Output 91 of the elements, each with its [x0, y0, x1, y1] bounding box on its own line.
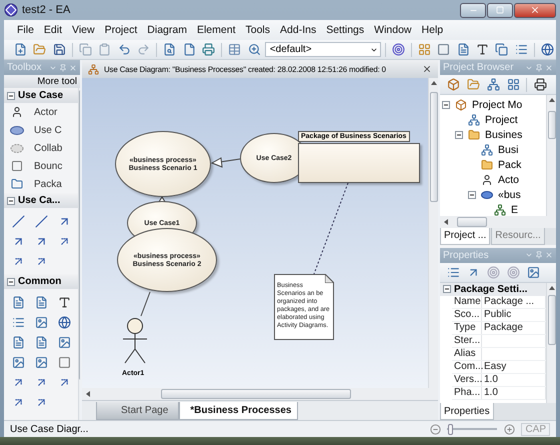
scrollbar[interactable]	[546, 95, 556, 216]
maximize-button[interactable]	[487, 2, 513, 18]
menu-item[interactable]: Add-Ins	[275, 24, 322, 36]
pin-icon	[535, 251, 543, 259]
diagram-tab[interactable]: *Business Processes	[179, 402, 298, 420]
pin-icon	[59, 64, 67, 72]
property-name: Vers...	[452, 374, 482, 386]
pin-icon	[535, 64, 543, 72]
scrollbar[interactable]	[440, 216, 556, 228]
diagram-tab[interactable]: Start Page	[96, 402, 180, 420]
note-fold-icon	[325, 274, 334, 283]
collapse-icon[interactable]	[468, 190, 476, 198]
window-title: test2 - EA	[22, 4, 70, 16]
scrollbar-thumb[interactable]	[457, 216, 487, 226]
tree-item[interactable]: Project	[440, 112, 546, 127]
toolbox-item[interactable]: Bounc	[4, 157, 78, 175]
tree-item[interactable]: Busi	[440, 142, 546, 157]
scroll-up-icon[interactable]	[548, 97, 554, 103]
panel-tab[interactable]: Project ...	[440, 228, 490, 244]
panel-tab[interactable]: Resourc...	[491, 228, 545, 244]
property-name: Sco...	[452, 308, 482, 320]
target-icon[interactable]	[390, 40, 407, 58]
menu-item[interactable]: Settings	[321, 24, 370, 36]
scroll-up-icon[interactable]	[430, 80, 436, 86]
tree-item[interactable]: Pack	[440, 157, 546, 172]
menu-item[interactable]: View	[67, 24, 100, 36]
collapse-icon[interactable]	[455, 130, 463, 138]
section-header[interactable]: Common	[4, 274, 78, 289]
scrollbar-thumb[interactable]	[430, 92, 438, 202]
menu-item[interactable]: Diagram	[142, 24, 192, 36]
section-header[interactable]: Use Case	[4, 88, 78, 103]
minimize-button[interactable]	[460, 2, 486, 18]
style-dropdown[interactable]: <default>	[264, 42, 381, 57]
panel-header: Toolbox	[4, 60, 80, 75]
tree-item[interactable]: Project Mo	[440, 97, 546, 112]
panel-tab[interactable]: Properties	[440, 403, 494, 420]
property-name: Pha...	[452, 386, 482, 398]
scrollbar[interactable]	[82, 388, 438, 400]
close-icon[interactable]	[530, 5, 540, 15]
panel-header: Project Browser	[440, 60, 556, 75]
slider-thumb[interactable]	[448, 424, 453, 434]
scroll-left-icon[interactable]	[85, 391, 91, 397]
collapse-icon[interactable]	[443, 285, 451, 293]
menu-item[interactable]: Tools	[240, 24, 276, 36]
menu-item[interactable]: Project	[100, 24, 142, 36]
toolbox-item[interactable]: Use C	[4, 121, 78, 139]
property-name: Com...	[452, 360, 482, 372]
property-name: Name	[452, 296, 482, 308]
scroll-left-icon[interactable]	[443, 218, 449, 224]
property-name: Ster...	[452, 334, 482, 346]
app-logo-icon	[4, 3, 18, 17]
menu-item[interactable]: Edit	[38, 24, 68, 36]
dropdown-icon	[525, 251, 533, 259]
collapse-icon[interactable]	[442, 100, 450, 108]
globe-icon[interactable]	[538, 40, 556, 58]
panel-header: Properties	[440, 248, 556, 262]
collapse-icon[interactable]	[7, 92, 15, 100]
menu-item[interactable]: Help	[416, 24, 448, 36]
scrollbar-thumb[interactable]	[548, 111, 556, 139]
zoom-slider[interactable]	[447, 424, 498, 434]
collapse-icon[interactable]	[7, 196, 15, 204]
generalization-arrow	[210, 157, 240, 168]
scroll-up-icon[interactable]	[548, 284, 554, 290]
property-name: Alias	[452, 348, 482, 360]
tree-item[interactable]: E	[440, 202, 546, 216]
close-button[interactable]	[514, 2, 556, 18]
scrollbar-thumb[interactable]	[161, 389, 351, 399]
menu-item[interactable]: Window	[369, 24, 417, 36]
toolbox-item[interactable]: Collab	[4, 139, 78, 157]
scrollbar[interactable]	[546, 282, 556, 403]
tree-item[interactable]: Busines	[440, 127, 546, 142]
tree-item[interactable]: Acto	[440, 172, 546, 187]
menu-item[interactable]: Element	[192, 24, 240, 36]
scrollbar[interactable]	[428, 78, 438, 388]
toolbox-item[interactable]: Actor	[4, 103, 78, 121]
caps-indicator: CAP	[521, 422, 550, 436]
close-icon	[69, 64, 77, 72]
menu-item[interactable]: File	[12, 24, 39, 36]
close-icon	[545, 64, 553, 72]
property-name: Type	[452, 322, 482, 334]
section-header[interactable]: Use Ca...	[4, 193, 78, 208]
collapse-icon[interactable]	[7, 278, 15, 286]
association-line	[140, 292, 150, 316]
more-tools-bar[interactable]: More tool	[4, 75, 80, 88]
scrollbar-thumb[interactable]	[548, 294, 556, 344]
close-icon	[545, 251, 553, 259]
property-section[interactable]: Package Setti...	[440, 282, 546, 296]
status-text: Use Case Diagr...	[10, 424, 90, 434]
tree-item[interactable]: «bus	[440, 187, 546, 202]
actor-figure	[122, 318, 148, 364]
toolbox-item[interactable]: Packa	[4, 175, 78, 193]
